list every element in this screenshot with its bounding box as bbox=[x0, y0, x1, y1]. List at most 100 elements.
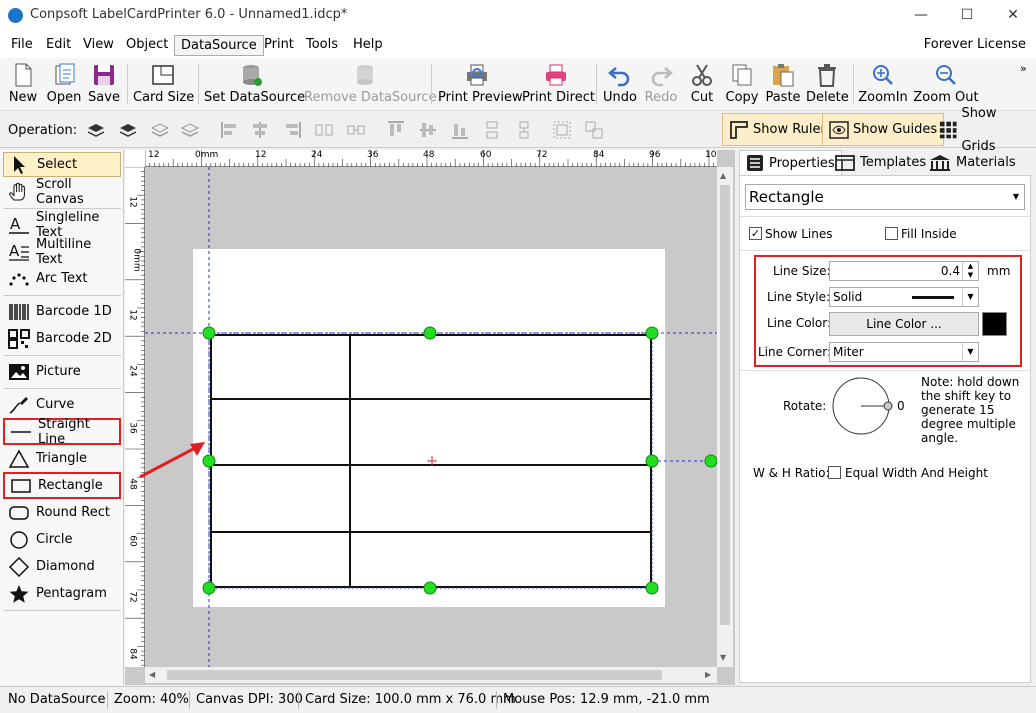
copy-button[interactable]: Copy bbox=[724, 60, 760, 108]
resize-handle[interactable] bbox=[645, 454, 659, 468]
show-lines-checkbox[interactable]: ✓ bbox=[749, 227, 762, 240]
paste-button[interactable]: Paste bbox=[764, 60, 802, 108]
menu-edit[interactable]: Edit bbox=[40, 35, 77, 56]
resize-handle[interactable] bbox=[423, 581, 437, 595]
tool-singleline-text[interactable]: A Singleline Text bbox=[3, 210, 121, 240]
cut-button[interactable]: Cut bbox=[685, 60, 719, 108]
tool-round-rect[interactable]: Round Rect bbox=[3, 500, 121, 525]
redo-button[interactable]: Redo bbox=[643, 60, 679, 108]
object-type-select[interactable]: Rectangle ▼ bbox=[745, 184, 1025, 210]
toolbar-overflow-chevron-icon[interactable]: » bbox=[1020, 62, 1027, 75]
tool-select[interactable]: Select bbox=[3, 152, 121, 177]
line-size-spinner[interactable]: 0.4 ▲ ▼ bbox=[829, 261, 979, 281]
align-top-icon[interactable] bbox=[386, 120, 406, 140]
circle-icon bbox=[10, 530, 28, 549]
tab-templates[interactable]: Templates bbox=[829, 150, 932, 175]
tool-curve[interactable]: Curve bbox=[3, 392, 121, 417]
horizontal-ruler[interactable]: 12 0mm 12 24 36 48 60 72 84 96 10 bbox=[145, 150, 717, 167]
templates-icon bbox=[835, 154, 855, 171]
vertical-scroll-thumb[interactable] bbox=[720, 185, 730, 625]
menu-object[interactable]: Object bbox=[120, 35, 174, 56]
tool-barcode-1d[interactable]: Barcode 1D bbox=[3, 299, 121, 324]
fill-inside-checkbox[interactable] bbox=[885, 227, 898, 240]
align-right-icon[interactable] bbox=[282, 120, 302, 140]
tool-multiline-text[interactable]: A Multiline Text bbox=[3, 237, 121, 267]
rotate-handle[interactable] bbox=[704, 454, 717, 468]
undo-button[interactable]: Undo bbox=[602, 60, 638, 108]
rotate-dial[interactable] bbox=[832, 376, 894, 438]
set-datasource-button[interactable]: Set DataSource bbox=[204, 60, 305, 108]
multiline-text-icon: A bbox=[9, 242, 29, 261]
ruler-h-label: 36 bbox=[367, 150, 379, 160]
tool-circle[interactable]: Circle bbox=[3, 527, 121, 552]
card-size-button[interactable]: Card Size bbox=[133, 60, 194, 108]
align-center-icon[interactable] bbox=[250, 120, 270, 140]
align-left-icon[interactable] bbox=[220, 120, 240, 140]
tool-pentagram[interactable]: Pentagram bbox=[3, 581, 121, 606]
menu-help[interactable]: Help bbox=[347, 35, 389, 56]
resize-handle[interactable] bbox=[202, 326, 216, 340]
tool-label: Round Rect bbox=[36, 505, 110, 520]
print-direct-button[interactable]: Print Direct bbox=[522, 60, 595, 108]
menu-view[interactable]: View bbox=[77, 35, 120, 56]
show-guides-toggle[interactable]: Show Guides bbox=[822, 113, 945, 146]
print-preview-button[interactable]: Print Preview bbox=[438, 60, 523, 108]
group-icon[interactable] bbox=[552, 120, 572, 140]
align-bottom-icon[interactable] bbox=[450, 120, 470, 140]
show-ruler-toggle[interactable]: Show Ruler bbox=[722, 113, 833, 146]
scroll-right-arrow-icon[interactable]: ▶ bbox=[705, 670, 711, 679]
scroll-left-arrow-icon[interactable]: ◀ bbox=[149, 670, 155, 679]
same-height-icon[interactable] bbox=[514, 120, 534, 140]
tool-triangle[interactable]: Triangle bbox=[3, 446, 121, 471]
bring-forward-icon[interactable] bbox=[118, 120, 138, 140]
chevron-down-icon: ▼ bbox=[1012, 192, 1020, 201]
ungroup-icon[interactable] bbox=[584, 120, 604, 140]
equal-wh-checkbox[interactable] bbox=[828, 466, 841, 479]
same-width-icon[interactable] bbox=[346, 120, 366, 140]
maximize-button[interactable]: ☐ bbox=[944, 0, 990, 31]
spinner-arrows-icon[interactable]: ▲ ▼ bbox=[962, 262, 978, 280]
resize-handle[interactable] bbox=[423, 326, 437, 340]
menu-file[interactable]: File bbox=[5, 35, 39, 56]
send-backward-icon[interactable] bbox=[150, 120, 170, 140]
save-button[interactable]: Save bbox=[86, 60, 122, 108]
menu-tools[interactable]: Tools bbox=[300, 35, 344, 56]
minimize-button[interactable]: — bbox=[898, 0, 944, 31]
bring-to-front-icon[interactable] bbox=[86, 120, 106, 140]
tab-materials[interactable]: Materials bbox=[923, 150, 1022, 175]
tab-properties[interactable]: Properties bbox=[739, 150, 842, 175]
distribute-horizontal-icon[interactable] bbox=[314, 120, 334, 140]
menu-print[interactable]: Print bbox=[258, 35, 300, 56]
remove-datasource-button[interactable]: Remove DataSource bbox=[304, 60, 437, 108]
tool-arc-text[interactable]: Arc Text bbox=[3, 266, 121, 291]
show-grids-toggle[interactable]: Show Grids bbox=[932, 106, 1036, 154]
align-middle-icon[interactable] bbox=[418, 120, 438, 140]
zoom-in-button[interactable]: ZoomIn bbox=[858, 60, 908, 108]
line-color-swatch[interactable] bbox=[982, 312, 1007, 336]
horizontal-scrollbar[interactable]: ◀ ▶ bbox=[145, 667, 717, 683]
distribute-vertical-icon[interactable] bbox=[482, 120, 502, 140]
rotate-knob[interactable] bbox=[883, 401, 893, 411]
resize-handle[interactable] bbox=[645, 326, 659, 340]
close-button[interactable]: ✕ bbox=[990, 0, 1036, 31]
new-button[interactable]: New bbox=[4, 60, 42, 108]
horizontal-scroll-thumb[interactable] bbox=[167, 670, 662, 680]
tool-rectangle[interactable]: Rectangle bbox=[3, 472, 121, 499]
menu-datasource[interactable]: DataSource bbox=[174, 35, 264, 56]
resize-handle[interactable] bbox=[202, 581, 216, 595]
send-to-back-icon[interactable] bbox=[180, 120, 200, 140]
tool-picture[interactable]: Picture bbox=[3, 359, 121, 384]
tool-straight-line[interactable]: Straight Line bbox=[3, 417, 121, 447]
tool-barcode-2d[interactable]: Barcode 2D bbox=[3, 326, 121, 351]
tool-scroll-canvas[interactable]: Scroll Canvas bbox=[3, 177, 121, 207]
line-color-button[interactable]: Line Color ... bbox=[829, 312, 979, 336]
resize-handle[interactable] bbox=[645, 581, 659, 595]
scroll-up-arrow-icon[interactable]: ▲ bbox=[720, 171, 726, 180]
open-button[interactable]: Open bbox=[44, 60, 84, 108]
vertical-scrollbar[interactable]: ▲ ▼ bbox=[717, 167, 733, 667]
line-corner-select[interactable]: Miter ▼ bbox=[829, 342, 979, 362]
delete-button[interactable]: Delete bbox=[806, 60, 849, 108]
line-style-select[interactable]: Solid ▼ bbox=[829, 287, 979, 307]
tool-diamond[interactable]: Diamond bbox=[3, 554, 121, 579]
scroll-down-arrow-icon[interactable]: ▼ bbox=[720, 653, 726, 662]
